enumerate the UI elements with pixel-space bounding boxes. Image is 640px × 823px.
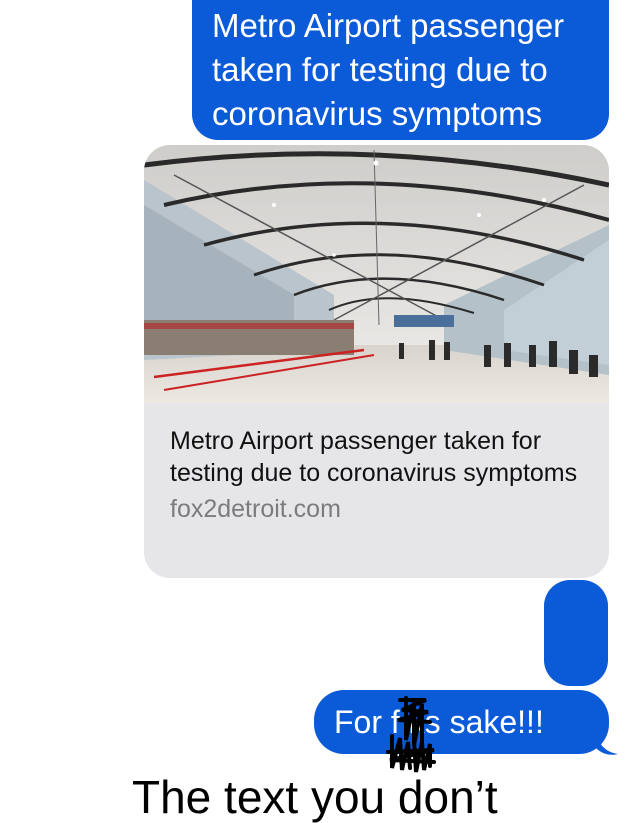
- link-preview-domain: fox2detroit.com: [170, 495, 341, 523]
- link-preview-meta: Metro Airport passenger taken for testin…: [170, 425, 590, 525]
- message-bubble-outgoing-empty[interactable]: [544, 580, 608, 686]
- caption-text: The text you don’t: [132, 771, 498, 823]
- censor-scribble-icon: [386, 696, 436, 773]
- bubble-tail-icon: [596, 734, 618, 755]
- link-preview-image: [144, 145, 609, 403]
- message-bubble-outgoing[interactable]: For f ks sake!!!: [314, 690, 609, 754]
- message-bubble-outgoing[interactable]: Metro Airport passenger taken for testin…: [192, 0, 609, 140]
- link-preview-title: Metro Airport passenger taken for testin…: [170, 427, 578, 487]
- message-text: Metro Airport passenger taken for testin…: [212, 7, 565, 132]
- link-preview-card[interactable]: Metro Airport passenger taken for testin…: [144, 145, 609, 578]
